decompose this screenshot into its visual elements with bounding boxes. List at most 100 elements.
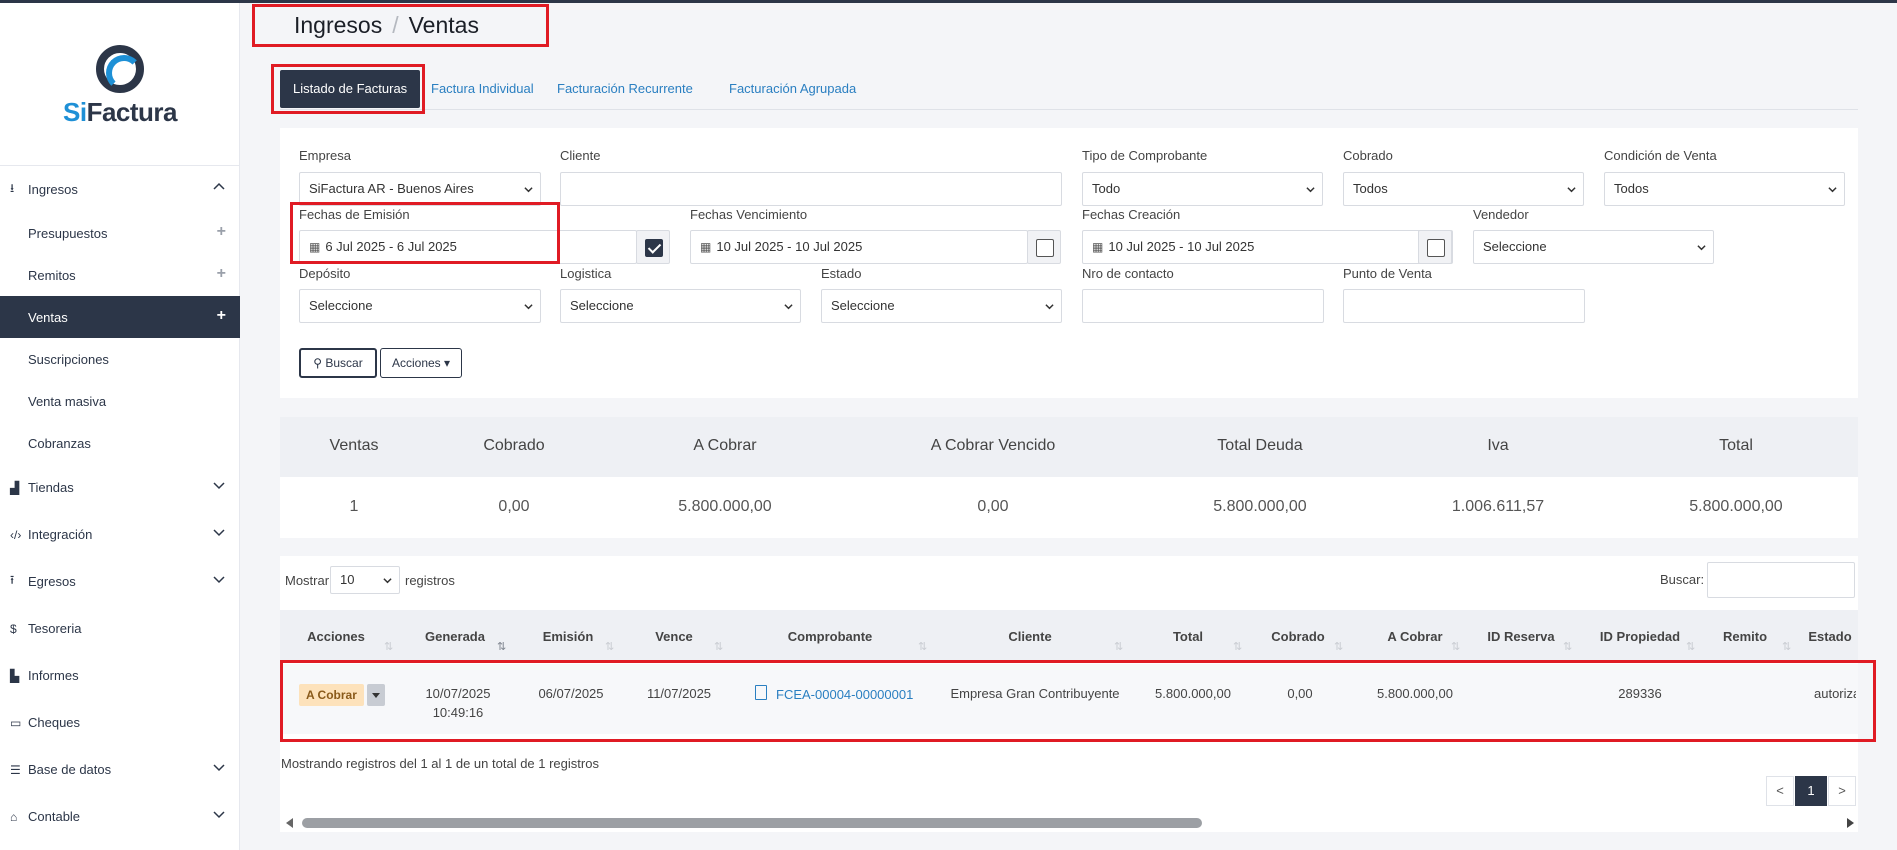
sidebar-item-contable[interactable]: ⌂ Contable xyxy=(0,793,240,840)
empresa-select[interactable]: SiFactura AR - Buenos Aires xyxy=(299,172,541,206)
sort-icon[interactable]: ⇅ xyxy=(1233,640,1242,653)
sidebar-item-ingresos[interactable]: ⭳ Ingresos xyxy=(0,165,240,212)
sidebar-item-cheques[interactable]: ▭ Cheques xyxy=(0,699,240,746)
summary-header-cobrado: Cobrado xyxy=(483,437,545,454)
fechas-emision-toggle[interactable] xyxy=(636,230,670,264)
fechas-vencimiento-input[interactable]: ▦ 10 Jul 2025 - 10 Jul 2025 xyxy=(690,230,1028,264)
sort-icon[interactable]: ⇅ xyxy=(918,640,927,653)
nro-contacto-label: Nro de contacto xyxy=(1082,266,1174,281)
search-button[interactable]: ⚲ Buscar xyxy=(299,348,377,378)
cell-id-propiedad: 289336 xyxy=(1618,686,1662,701)
plus-icon[interactable]: + xyxy=(217,307,226,325)
sidebar-item-integracion[interactable]: ‹/› Integración xyxy=(0,511,240,558)
column-header-generada[interactable]: Generada xyxy=(415,629,495,644)
tipo-comprobante-select[interactable]: Todo xyxy=(1082,172,1323,206)
breadcrumb-parent[interactable]: Ingresos xyxy=(294,12,382,38)
column-header-cliente[interactable]: Cliente xyxy=(980,629,1080,644)
condicion-venta-select[interactable]: Todos xyxy=(1604,172,1845,206)
scrollbar-thumb[interactable] xyxy=(302,818,1202,828)
punto-venta-input[interactable] xyxy=(1343,289,1585,323)
column-header-vence[interactable]: Vence xyxy=(634,629,714,644)
fechas-creacion-input[interactable]: ▦ 10 Jul 2025 - 10 Jul 2025 xyxy=(1082,230,1453,264)
plus-icon[interactable]: + xyxy=(217,223,226,241)
sidebar-item-tesoreria[interactable]: $ Tesoreria xyxy=(0,605,240,652)
actions-dropdown-button[interactable]: Acciones ▾ xyxy=(380,348,462,378)
sort-icon[interactable]: ⇅ xyxy=(1782,640,1791,653)
deposito-select[interactable]: Seleccione xyxy=(299,289,541,323)
pdf-file-icon[interactable] xyxy=(755,685,767,700)
sort-icon[interactable]: ⇅ xyxy=(384,640,393,653)
column-header-id-propiedad[interactable]: ID Propiedad xyxy=(1590,629,1690,644)
sidebar-item-informes[interactable]: ▙ Informes xyxy=(0,652,240,699)
sidebar-item-cobranzas[interactable]: Cobranzas xyxy=(0,422,240,464)
cell-comprobante-link[interactable]: FCEA-00004-00000001 xyxy=(776,687,926,702)
checkbox[interactable] xyxy=(1036,239,1054,257)
sidebar-item-tiendas[interactable]: ▟ Tiendas xyxy=(0,464,240,511)
page-size-select[interactable]: 10 xyxy=(330,566,400,594)
column-header-estado[interactable]: Estado xyxy=(1800,629,1860,644)
sort-icon[interactable]: ⇅ xyxy=(1334,640,1343,653)
scroll-right-arrow[interactable] xyxy=(1847,818,1854,828)
sort-icon[interactable]: ⇅ xyxy=(1451,640,1460,653)
cell-a-cobrar: 5.800.000,00 xyxy=(1377,686,1453,701)
sidebar-item-venta-masiva[interactable]: Venta masiva xyxy=(0,380,240,422)
horizontal-scrollbar[interactable] xyxy=(282,815,1858,831)
table-search-input[interactable] xyxy=(1707,562,1855,598)
sidebar-item-base-de-datos[interactable]: ☰ Base de datos xyxy=(0,746,240,793)
pagination-next[interactable]: > xyxy=(1828,776,1856,806)
column-header-id-reserva[interactable]: ID Reserva xyxy=(1476,629,1566,644)
records-label: registros xyxy=(405,573,455,588)
summary-value-iva: 1.006.611,57 xyxy=(1451,498,1545,515)
cobrado-select[interactable]: Todos xyxy=(1343,172,1584,206)
chevron-down-icon xyxy=(1828,187,1837,193)
tab-facturacion-agrupada[interactable]: Facturación Agrupada xyxy=(716,70,869,108)
sidebar-item-presupuestos[interactable]: Presupuestos + xyxy=(0,212,240,254)
sidebar-item-remitos[interactable]: Remitos + xyxy=(0,254,240,296)
estado-select[interactable]: Seleccione xyxy=(821,289,1062,323)
plus-icon[interactable]: + xyxy=(217,265,226,283)
fechas-vencimiento-toggle[interactable] xyxy=(1027,230,1061,264)
sort-icon[interactable]: ⇅ xyxy=(1563,640,1572,653)
pagination-page-1[interactable]: 1 xyxy=(1795,776,1827,806)
logo[interactable]: SiFactura xyxy=(60,45,180,127)
chevron-down-icon xyxy=(213,764,225,772)
checkbox-checked[interactable] xyxy=(645,239,663,257)
checkbox[interactable] xyxy=(1427,239,1445,257)
fechas-emision-input[interactable]: ▦ 6 Jul 2025 - 6 Jul 2025 xyxy=(299,230,637,264)
chevron-down-icon xyxy=(213,482,225,490)
sidebar-item-egresos[interactable]: ⭱ Egresos xyxy=(0,558,240,605)
vendedor-select[interactable]: Seleccione xyxy=(1473,230,1714,264)
column-header-emision[interactable]: Emisión xyxy=(528,629,608,644)
column-header-comprobante[interactable]: Comprobante xyxy=(770,629,890,644)
cliente-input[interactable] xyxy=(560,172,1062,206)
tab-listado-de-facturas[interactable]: Listado de Facturas xyxy=(280,70,421,108)
chart-icon: ▙ xyxy=(10,668,20,683)
sort-icon[interactable]: ⇅ xyxy=(1114,640,1123,653)
sort-icon[interactable]: ⇅ xyxy=(1686,640,1695,653)
summary-header-a-cobrar-vencido: A Cobrar Vencido xyxy=(930,437,1056,454)
logistica-select[interactable]: Seleccione xyxy=(560,289,801,323)
column-header-acciones[interactable]: Acciones xyxy=(296,629,376,644)
sort-icon[interactable]: ⇅ xyxy=(714,640,723,653)
sidebar-item-label: Suscripciones xyxy=(28,351,109,367)
tab-facturacion-recurrente[interactable]: Facturación Recurrente xyxy=(544,70,706,108)
column-header-total[interactable]: Total xyxy=(1148,629,1228,644)
sort-icon[interactable]: ⇅ xyxy=(605,640,614,653)
column-header-remito[interactable]: Remito xyxy=(1705,629,1785,644)
sidebar-item-suscripciones[interactable]: Suscripciones xyxy=(0,338,240,380)
fechas-emision-label: Fechas de Emisión xyxy=(299,207,410,222)
top-bar xyxy=(0,0,1897,3)
scroll-left-arrow[interactable] xyxy=(286,818,293,828)
fechas-creacion-toggle[interactable] xyxy=(1418,230,1452,264)
nro-contacto-input[interactable] xyxy=(1082,289,1324,323)
sidebar-item-label: Presupuestos xyxy=(28,225,108,241)
pagination-prev[interactable]: < xyxy=(1766,776,1794,806)
column-header-cobrado[interactable]: Cobrado xyxy=(1258,629,1338,644)
tab-factura-individual[interactable]: Factura Individual xyxy=(418,70,547,108)
calendar-icon: ▦ xyxy=(309,240,321,254)
row-actions-dropdown[interactable] xyxy=(367,684,385,706)
sidebar-item-ventas[interactable]: Ventas + xyxy=(0,296,240,338)
sort-desc-icon[interactable]: ⇅ xyxy=(497,640,506,653)
sidebar-item-label: Cheques xyxy=(28,715,81,730)
column-header-a-cobrar[interactable]: A Cobrar xyxy=(1365,629,1465,644)
